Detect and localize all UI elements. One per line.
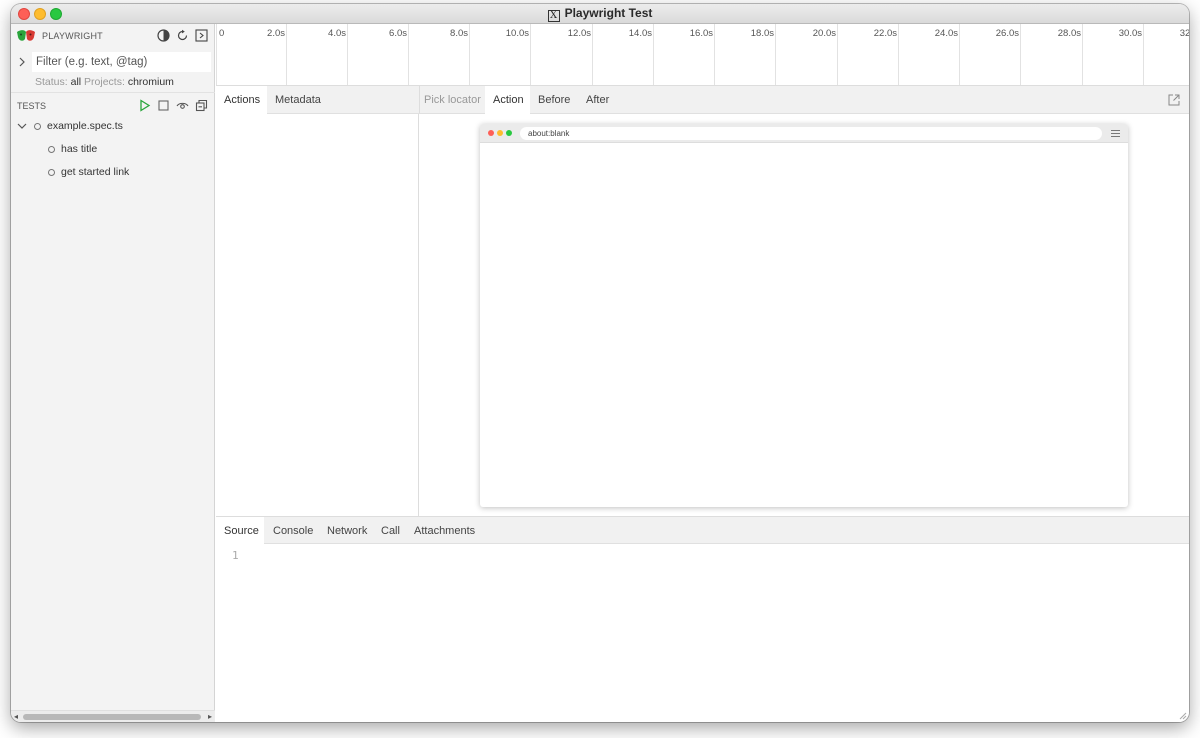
timeline-tick: 4.0s [328, 24, 348, 85]
timeline-tick: 12.0s [568, 24, 593, 85]
stop-icon[interactable] [157, 99, 170, 112]
timeline-tick: 2.0s [267, 24, 287, 85]
xquartz-icon: X [547, 10, 560, 22]
watch-all-icon[interactable] [176, 99, 189, 112]
tab-before[interactable]: Before [530, 86, 578, 114]
reload-icon[interactable] [176, 29, 189, 42]
status-value: all [70, 76, 82, 88]
tree-item-file[interactable]: example.spec.ts [11, 115, 215, 137]
resize-grip-icon[interactable] [1178, 711, 1187, 720]
timeline-tick: 30.0s [1119, 24, 1144, 85]
status-circle-icon [48, 146, 55, 153]
tab-attachments[interactable]: Attachments [408, 517, 478, 545]
actions-tab-bar: Actions Metadata [216, 86, 419, 114]
theme-toggle-icon[interactable] [157, 29, 170, 42]
browser-toolbar: about:blank [480, 124, 1128, 143]
status-circle-icon [34, 123, 41, 130]
chevron-down-icon[interactable] [17, 122, 27, 130]
tab-metadata[interactable]: Metadata [267, 86, 335, 114]
test-label: get started link [61, 166, 130, 178]
pick-locator-button[interactable]: Pick locator [423, 86, 485, 114]
timeline-tick: 10.0s [506, 24, 531, 85]
tests-header: TESTS [11, 92, 215, 114]
timeline-tick: 0 [216, 24, 224, 85]
tree-item-test[interactable]: get started link [11, 161, 215, 183]
scroll-right-icon[interactable]: ▸ [208, 712, 212, 721]
timeline[interactable]: 0 2.0s 4.0s 6.0s 8.0s 10.0s 12.0s 14.0s … [216, 24, 1189, 86]
sidebar: PLAYWRIGHT Status: all Projects: [11, 24, 215, 722]
timeline-tick: 8.0s [450, 24, 470, 85]
actions-list-pane [216, 114, 419, 516]
snapshot-area: about:blank [420, 114, 1189, 516]
app-window: X Playwright Test PLAYWRIGHT Filter (e.g… [11, 4, 1189, 722]
timeline-tick: 22.0s [874, 24, 899, 85]
browser-max-dot [506, 130, 512, 136]
scroll-left-icon[interactable]: ◂ [14, 712, 18, 721]
toggle-output-icon[interactable] [195, 29, 208, 42]
tab-console[interactable]: Console [264, 517, 319, 545]
window-title-text: Playwright Test [564, 6, 653, 20]
timeline-tick: 24.0s [935, 24, 960, 85]
tab-call[interactable]: Call [375, 517, 408, 545]
title-bar: X Playwright Test [11, 4, 1189, 24]
timeline-tick: 26.0s [996, 24, 1021, 85]
file-label: example.spec.ts [47, 120, 123, 132]
url-bar: about:blank [520, 127, 1102, 140]
tab-network[interactable]: Network [319, 517, 375, 545]
tab-after[interactable]: After [578, 86, 620, 114]
open-external-icon[interactable] [1168, 94, 1180, 106]
timeline-tick: 16.0s [690, 24, 715, 85]
browser-frame: about:blank [480, 124, 1128, 507]
brand-label: PLAYWRIGHT [42, 31, 103, 41]
window-title: X Playwright Test [11, 6, 1189, 22]
playwright-logo-icon [17, 30, 35, 41]
collapse-all-icon[interactable] [195, 99, 208, 112]
projects-label: Projects: [84, 76, 125, 88]
tests-label: TESTS [17, 101, 47, 111]
tab-actions[interactable]: Actions [216, 86, 267, 114]
run-all-icon[interactable] [138, 99, 151, 112]
tab-action[interactable]: Action [485, 86, 530, 114]
status-summary[interactable]: Status: all Projects: chromium [35, 76, 174, 88]
timeline-tick: 14.0s [629, 24, 654, 85]
chevron-right-icon[interactable] [18, 57, 26, 67]
bottom-tab-bar: Source Console Network Call Attachments [216, 516, 1189, 545]
projects-value: chromium [127, 76, 174, 88]
timeline-tick: 18.0s [751, 24, 776, 85]
test-label: has title [61, 143, 98, 155]
source-pane: 1 [216, 544, 1189, 722]
sidebar-scrollbar[interactable]: ◂ ▸ [11, 710, 215, 722]
timeline-tick: 28.0s [1058, 24, 1083, 85]
sidebar-header: PLAYWRIGHT [11, 24, 215, 48]
timeline-tick: 20.0s [813, 24, 838, 85]
tree-item-test[interactable]: has title [11, 138, 215, 160]
scrollbar-thumb[interactable] [23, 714, 201, 720]
status-label: Status: [35, 76, 68, 88]
filter-input[interactable] [32, 52, 211, 72]
filter-row [11, 51, 215, 73]
tab-source[interactable]: Source [216, 517, 264, 545]
status-circle-icon [48, 169, 55, 176]
line-number: 1 [232, 549, 239, 562]
browser-min-dot [497, 130, 503, 136]
snapshot-tab-bar: Pick locator Action Before After [419, 86, 1189, 114]
menu-icon [1111, 130, 1120, 137]
browser-close-dot [488, 130, 494, 136]
timeline-tick: 6.0s [389, 24, 409, 85]
